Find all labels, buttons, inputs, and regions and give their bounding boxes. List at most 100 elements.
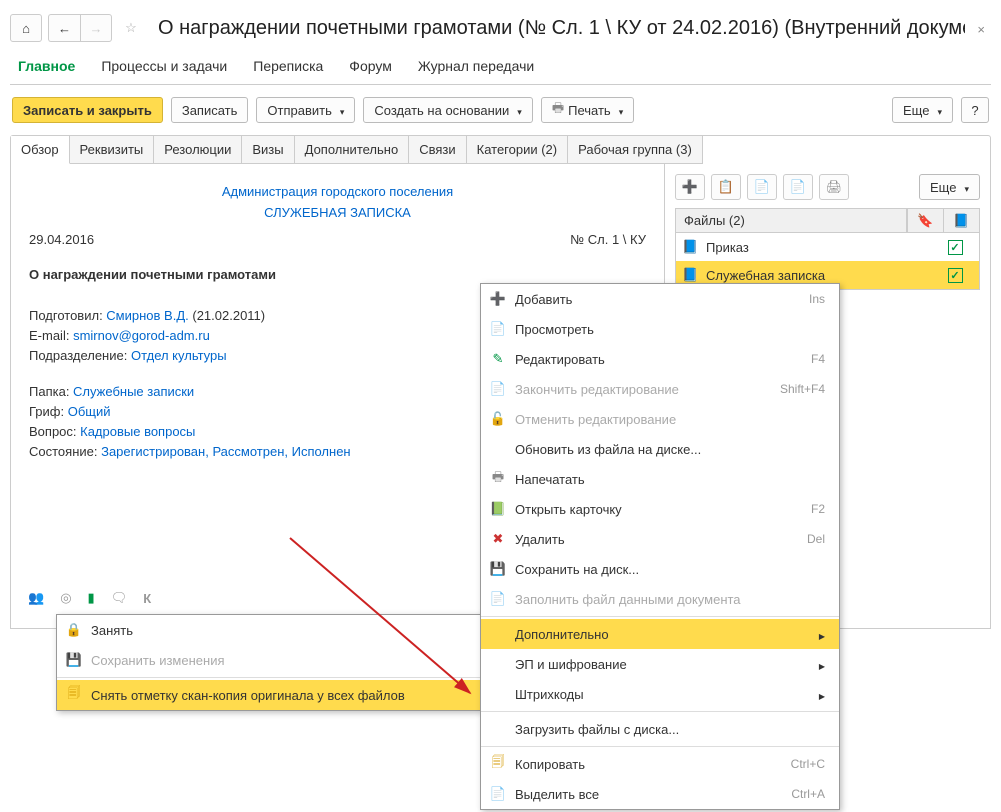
email-label: E-mail:: [29, 328, 73, 343]
caret-icon: [336, 103, 345, 118]
doc-icon: 📄: [489, 380, 507, 398]
subtab-workgroup[interactable]: Рабочая группа (3): [568, 136, 703, 164]
home-button[interactable]: ⌂: [10, 14, 42, 42]
menu-print[interactable]: 🖶Напечатать: [481, 464, 839, 494]
create-based-button[interactable]: Создать на основании: [363, 97, 532, 123]
favorite-button[interactable]: ☆: [118, 15, 144, 41]
dept-link[interactable]: Отдел культуры: [131, 348, 227, 363]
subtab-additional[interactable]: Дополнительно: [295, 136, 410, 164]
main-tab-correspondence[interactable]: Переписка: [249, 52, 327, 84]
subtab-visas[interactable]: Визы: [242, 136, 294, 164]
menu-view[interactable]: 📄Просмотреть: [481, 314, 839, 344]
check-icon: ✓: [948, 240, 963, 255]
printer-icon: 🖶: [489, 470, 507, 488]
state-label: Состояние:: [29, 444, 101, 459]
subtab-overview[interactable]: Обзор: [11, 136, 70, 164]
doc-type-link[interactable]: СЛУЖЕБНАЯ ЗАПИСКА: [264, 205, 411, 220]
annotation-arrow: [290, 538, 500, 708]
printer-icon: 🖶: [552, 99, 564, 121]
scan-button[interactable]: 🖨: [819, 174, 849, 200]
folder-link[interactable]: Служебные записки: [73, 384, 194, 399]
menu-delete[interactable]: ✖УдалитьDel: [481, 524, 839, 554]
file-name: Служебная записка: [706, 268, 889, 283]
menu-sign[interactable]: ЭП и шифрование: [481, 649, 839, 679]
subtab-requisites[interactable]: Реквизиты: [70, 136, 155, 164]
grif-link[interactable]: Общий: [68, 404, 111, 419]
plus-icon: ➕: [489, 290, 507, 308]
file-row[interactable]: 📘 Приказ ✓: [676, 233, 979, 261]
menu-cancel-edit: 🔓Отменить редактирование: [481, 404, 839, 434]
org-link[interactable]: Администрация городского поселения: [222, 184, 453, 199]
check-icon: ✓: [948, 268, 963, 283]
prepared-link[interactable]: Смирнов В.Д.: [106, 308, 188, 323]
subtab-categories[interactable]: Категории (2): [467, 136, 569, 164]
arrow-right-icon: [819, 687, 825, 702]
caret-icon: [615, 103, 624, 118]
main-tab-glavnoe[interactable]: Главное: [14, 52, 79, 84]
menu-barcodes[interactable]: Штрихкоды: [481, 679, 839, 709]
menu-separator: [481, 746, 839, 747]
doc-subject: О награждении почетными грамотами: [29, 267, 646, 282]
menu-update-file[interactable]: Обновить из файла на диске...: [481, 434, 839, 464]
files-col-signed[interactable]: 🔖: [907, 209, 943, 232]
forward-button[interactable]: →: [80, 14, 112, 42]
files-header-title[interactable]: Файлы (2): [676, 209, 907, 232]
prepared-date: (21.02.2011): [189, 308, 265, 323]
state-link[interactable]: Зарегистрирован, Рассмотрен, Исполнен: [101, 444, 351, 459]
users-icon[interactable]: 👥: [28, 590, 44, 606]
email-link[interactable]: smirnov@gorod-adm.ru: [73, 328, 210, 343]
doc-button-2[interactable]: 📄: [783, 174, 813, 200]
target-icon[interactable]: ◎: [60, 590, 71, 606]
page-icon: 📘: [953, 213, 969, 229]
letter-k-icon[interactable]: К: [143, 591, 151, 606]
main-tab-journal[interactable]: Журнал передачи: [414, 52, 538, 84]
subtab-resolutions[interactable]: Резолюции: [154, 136, 242, 164]
menu-save-disk[interactable]: 💾Сохранить на диск...: [481, 554, 839, 584]
print-button[interactable]: 🖶Печать: [541, 97, 634, 123]
copy-icon: 🗐: [65, 686, 83, 704]
grif-label: Гриф:: [29, 404, 68, 419]
caret-icon: [933, 103, 942, 118]
caret-icon: [960, 180, 969, 195]
menu-additional[interactable]: Дополнительно: [481, 619, 839, 649]
scan-icon: 🖨: [826, 179, 843, 195]
close-button[interactable]: ×: [971, 18, 991, 39]
help-button[interactable]: ?: [961, 97, 989, 123]
edit-icon: ✎: [489, 350, 507, 368]
home-icon: ⌂: [22, 21, 30, 36]
word-icon: 📘: [682, 267, 700, 283]
back-button[interactable]: ←: [48, 14, 80, 42]
save-button[interactable]: Записать: [171, 97, 249, 123]
menu-open-card[interactable]: 📗Открыть карточкуF2: [481, 494, 839, 524]
files-col-scan[interactable]: 📘: [943, 209, 979, 232]
menu-add[interactable]: ➕ДобавитьIns: [481, 284, 839, 314]
question-label: Вопрос:: [29, 424, 80, 439]
doc-icon: 📄: [489, 785, 507, 803]
chat-icon[interactable]: 🗨: [111, 590, 128, 606]
doc-icon: 📄: [754, 179, 770, 195]
plus-icon: ➕: [682, 179, 698, 195]
menu-load-disk[interactable]: Загрузить файлы с диска...: [481, 714, 839, 744]
main-tab-forum[interactable]: Форум: [345, 52, 396, 84]
menu-separator: [481, 711, 839, 712]
menu-select-all[interactable]: 📄Выделить всеCtrl+A: [481, 779, 839, 809]
more-files-button[interactable]: Еще: [919, 174, 980, 200]
send-button[interactable]: Отправить: [256, 97, 355, 123]
menu-finish-edit: 📄Закончить редактированиеShift+F4: [481, 374, 839, 404]
main-tab-processes[interactable]: Процессы и задачи: [97, 52, 231, 84]
menu-edit[interactable]: ✎РедактироватьF4: [481, 344, 839, 374]
doc-icon: 📄: [790, 179, 806, 195]
more-button[interactable]: Еще: [892, 97, 953, 123]
save-close-button[interactable]: Записать и закрыть: [12, 97, 163, 123]
context-menu-big: ➕ДобавитьIns 📄Просмотреть ✎Редактировать…: [480, 283, 840, 810]
question-link[interactable]: Кадровые вопросы: [80, 424, 195, 439]
save-icon: 💾: [65, 651, 83, 669]
menu-copy[interactable]: 🗐КопироватьCtrl+C: [481, 749, 839, 779]
clipboard-button[interactable]: 📋: [711, 174, 741, 200]
arrow-right-icon: [819, 627, 825, 642]
chart-icon[interactable]: ▮: [88, 590, 95, 606]
add-file-button[interactable]: ➕: [675, 174, 705, 200]
doc-button-1[interactable]: 📄: [747, 174, 777, 200]
subtab-links[interactable]: Связи: [409, 136, 466, 164]
close-icon: ×: [977, 22, 985, 37]
